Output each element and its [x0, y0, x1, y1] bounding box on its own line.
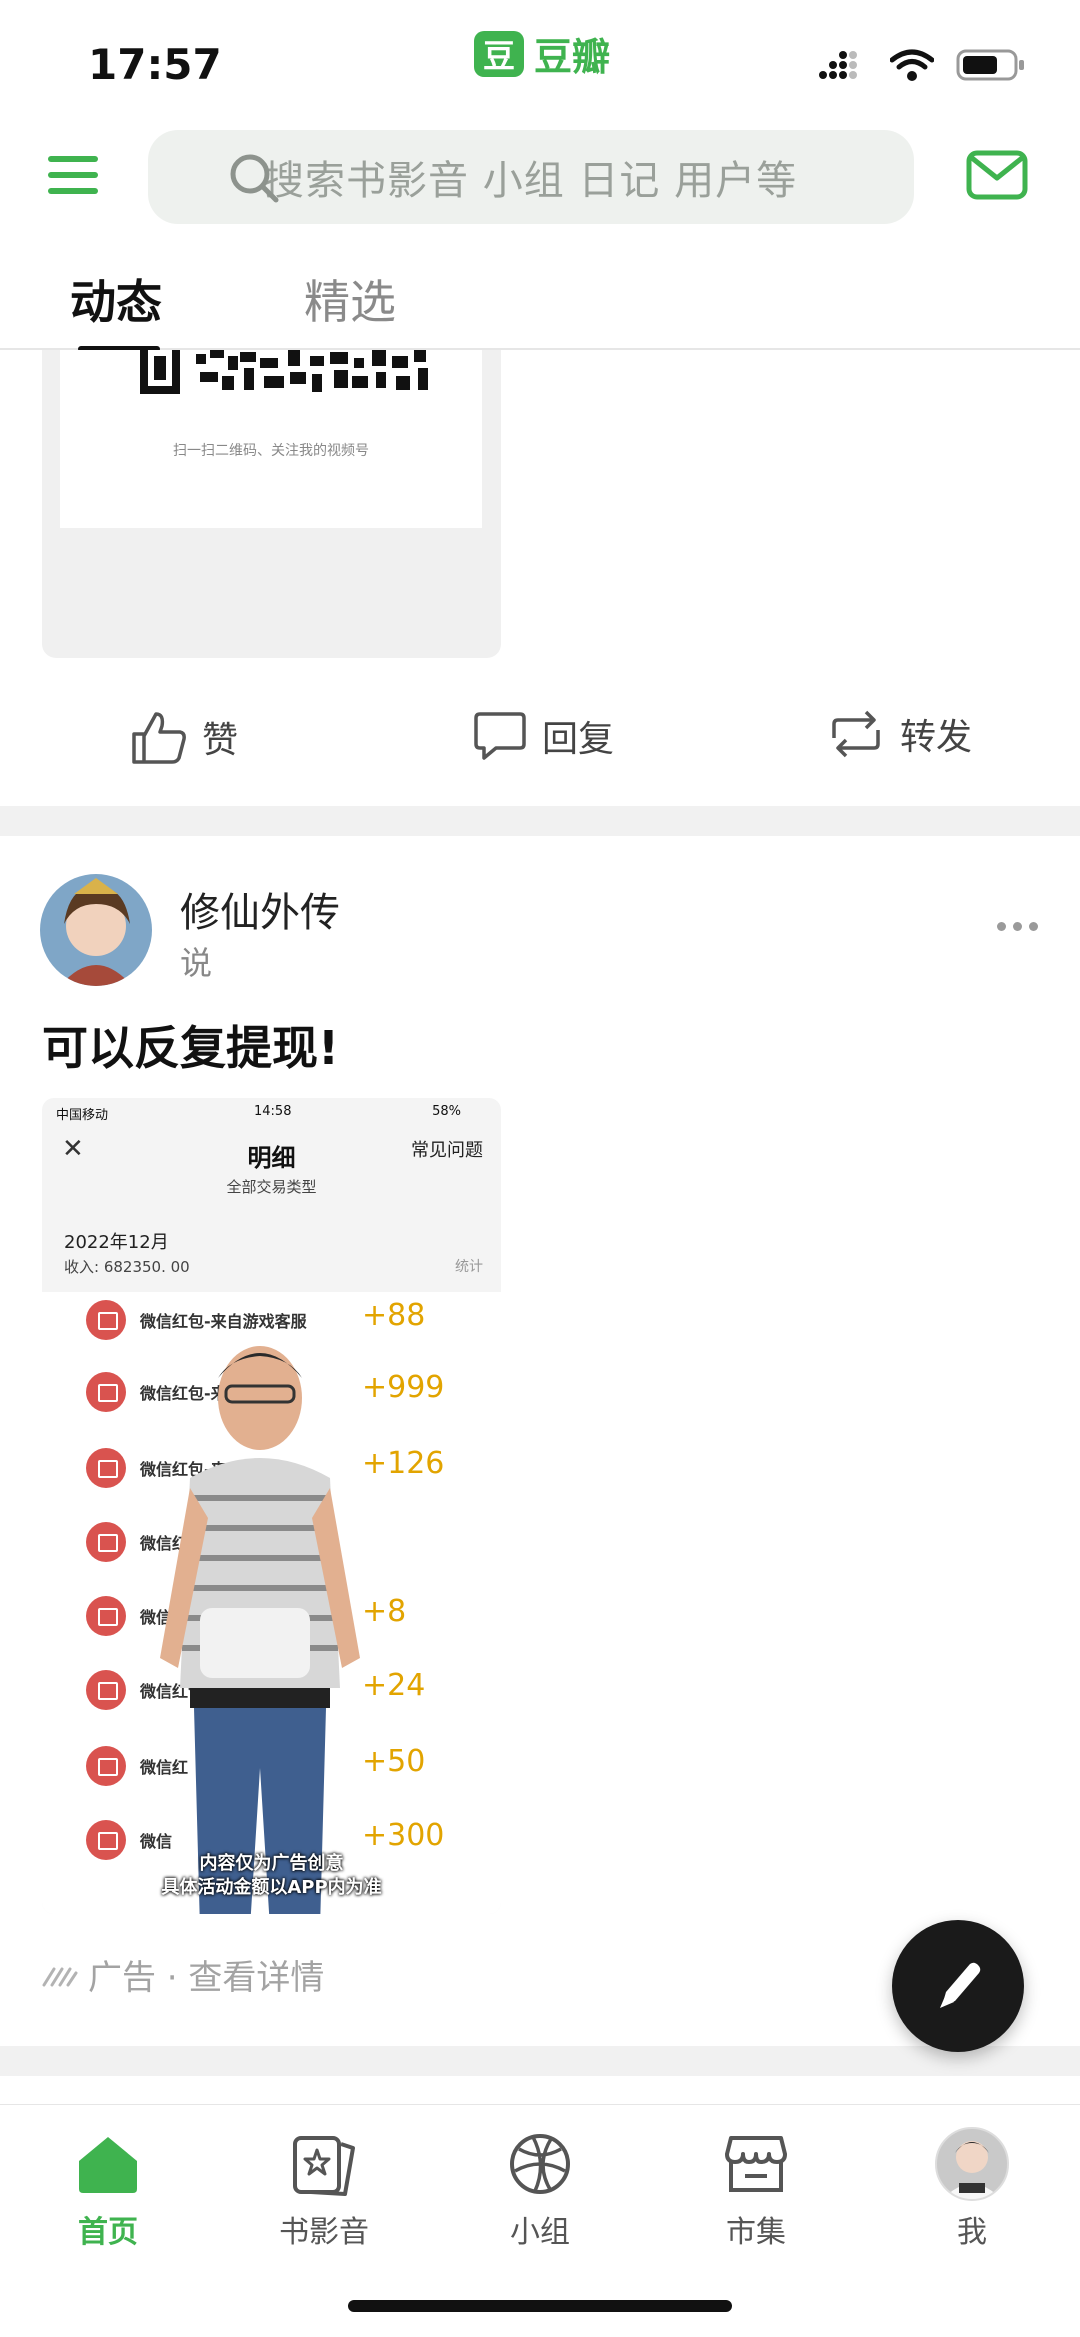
menu-icon[interactable]: [48, 152, 100, 200]
transaction-amount: +300: [362, 1818, 445, 1853]
transaction-amount: +999: [362, 1370, 445, 1405]
tabbar-market[interactable]: 市集: [686, 2129, 826, 2251]
embedded-status-bar: 中国移动 14:58 58%: [42, 1098, 501, 1128]
embedded-month: 2022年12月: [64, 1232, 169, 1253]
group-icon: [510, 2134, 570, 2194]
status-icons: [818, 48, 1026, 82]
embedded-income: 收入: 682350. 00: [64, 1258, 190, 1276]
ad-disclaimer: 内容仅为广告创意 具体活动金额以APP内为准: [42, 1852, 501, 1900]
search-input[interactable]: 搜索书影音 小组 日记 用户等: [148, 130, 914, 224]
tabbar-group[interactable]: 小组: [470, 2129, 610, 2251]
repost-icon: [832, 710, 880, 758]
tabbar-profile[interactable]: 我: [902, 2127, 1042, 2251]
douban-logo-icon: 豆: [474, 30, 524, 77]
post-author-name[interactable]: 修仙外传: [180, 880, 340, 938]
feed-tabs: 动态 精选: [0, 260, 1080, 352]
ad-details-link[interactable]: 广告 · 查看详情: [42, 1950, 324, 1999]
transaction-amount: +8: [362, 1594, 407, 1629]
tabbar-book-movie-label: 书影音: [279, 2215, 369, 2250]
embedded-carrier: 中国移动: [56, 1108, 109, 1123]
tabbar-home-label: 首页: [78, 2215, 138, 2250]
ad-disclaimer-line-2: 具体活动金额以APP内为准: [161, 1877, 382, 1898]
wifi-icon: [890, 49, 934, 81]
repost-label: 转发: [900, 717, 973, 758]
feed-divider: [0, 806, 1080, 836]
embedded-battery: 58%: [432, 1104, 461, 1119]
like-label: 赞: [202, 720, 239, 761]
post-image[interactable]: 中国移动 14:58 58% ✕ 明细 常见问题 全部交易类型 2022年12月…: [42, 1098, 501, 1914]
post-action-label: 说: [180, 944, 213, 982]
app-name: 豆瓣: [534, 35, 611, 79]
like-button[interactable]: 赞: [130, 708, 238, 766]
tab-activity[interactable]: 动态: [70, 266, 162, 332]
ad-label: 广告 · 查看详情: [88, 1958, 325, 1998]
reply-label: 回复: [542, 719, 615, 760]
feed-divider: [0, 2046, 1080, 2076]
post-text: 可以反复提现!: [42, 1021, 339, 1075]
search-placeholder: 搜索书影音 小组 日记 用户等: [264, 158, 798, 204]
top-navigation: 搜索书影音 小组 日记 用户等: [0, 128, 1080, 228]
author-avatar[interactable]: [40, 874, 152, 986]
tabbar-profile-label: 我: [957, 2215, 987, 2250]
presenter-figure: [160, 1346, 360, 1914]
qr-caption: 扫一扫二维码、关注我的视频号: [173, 443, 369, 459]
profile-avatar: [935, 2127, 1009, 2201]
qr-code-panel: 扫一扫二维码、关注我的视频号: [60, 350, 482, 528]
transaction-amount: +50: [362, 1744, 426, 1779]
red-packet-icon: [86, 1300, 126, 1340]
more-options-icon[interactable]: [997, 922, 1038, 931]
battery-icon: [956, 49, 1024, 81]
ad-icon: [42, 1967, 78, 1986]
mail-icon[interactable]: [966, 150, 1028, 200]
tabbar-home[interactable]: 首页: [38, 2129, 178, 2251]
compose-button[interactable]: [892, 1920, 1024, 2052]
ad-disclaimer-line-1: 内容仅为广告创意: [199, 1853, 344, 1874]
thumbs-up-icon: [132, 712, 186, 764]
avatar-image: [40, 874, 152, 986]
qr-code-image: [140, 350, 428, 394]
embedded-stats: 统计: [455, 1259, 483, 1275]
comment-icon: [474, 712, 526, 760]
qr-code-card[interactable]: 扫一扫二维码、关注我的视频号: [42, 350, 501, 658]
embedded-faq: 常见问题: [411, 1140, 483, 1161]
status-time: 17:57: [88, 40, 222, 89]
tabbar-group-label: 小组: [510, 2215, 570, 2250]
red-packet-icon: [86, 1372, 126, 1412]
market-icon: [725, 2136, 787, 2192]
red-packet-icon: [86, 1670, 126, 1710]
app-brand: 豆 豆瓣: [474, 26, 610, 81]
red-packet-icon: [86, 1596, 126, 1636]
pen-icon: [940, 1962, 981, 2008]
red-packet-icon: [86, 1746, 126, 1786]
tabbar-book-movie[interactable]: 书影音: [254, 2129, 394, 2251]
red-packet-icon: [86, 1448, 126, 1488]
post-actions: 赞 回复 转发: [0, 700, 1080, 780]
transaction-amount: +126: [362, 1446, 445, 1481]
status-bar: 17:57 豆 豆瓣: [0, 0, 1080, 120]
book-movie-icon: [293, 2136, 355, 2196]
home-icon: [79, 2137, 137, 2193]
embedded-time: 14:58: [254, 1104, 292, 1119]
transaction-amount: +88: [362, 1298, 426, 1333]
cellular-signal-icon: [819, 51, 857, 79]
tabbar-market-label: 市集: [726, 2215, 786, 2250]
tab-featured[interactable]: 精选: [304, 266, 396, 332]
reply-button[interactable]: 回复: [472, 708, 614, 764]
search-icon: [230, 154, 279, 203]
home-indicator: [348, 2300, 732, 2312]
repost-button[interactable]: 转发: [826, 708, 972, 760]
embedded-filter: 全部交易类型: [226, 1178, 317, 1196]
transaction-amount: +24: [362, 1668, 426, 1703]
red-packet-icon: [86, 1522, 126, 1562]
